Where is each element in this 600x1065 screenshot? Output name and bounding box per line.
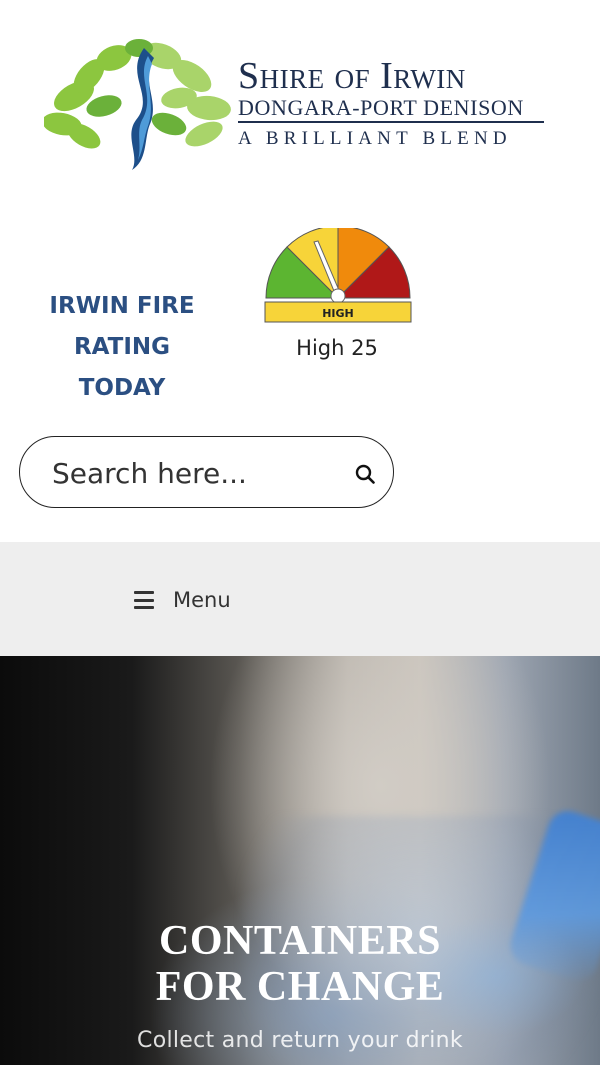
logo-tagline: A BRILLIANT BLEND <box>238 128 512 149</box>
hero-title-line: FOR CHANGE <box>155 964 445 1010</box>
site-header: Shire of Irwin DONGARA-PORT DENISON A BR… <box>0 0 600 205</box>
tree-logo-icon <box>44 39 231 170</box>
fire-label-line: IRWIN FIRE <box>49 293 195 319</box>
fire-rating-label: IRWIN FIRE RATING TODAY <box>40 286 204 409</box>
hamburger-icon <box>134 591 154 609</box>
search-box <box>19 436 394 508</box>
fire-label-line: TODAY <box>78 375 166 401</box>
hero-title-line: CONTAINERS <box>159 918 441 964</box>
search-input[interactable] <box>52 453 342 493</box>
gauge-text: HIGH <box>322 307 354 320</box>
fire-label-line: RATING <box>73 334 171 360</box>
fire-danger-gauge-icon: HIGH <box>264 228 412 323</box>
menu-label: Menu <box>173 588 231 612</box>
logo-wordmark: Shire of Irwin DONGARA-PORT DENISON A BR… <box>238 56 548 153</box>
search-icon[interactable] <box>355 464 375 484</box>
logo-subtitle: DONGARA-PORT DENISON <box>238 96 544 123</box>
fire-rating-value: High 25 <box>296 336 378 360</box>
logo-title: Shire of Irwin <box>238 55 466 97</box>
nav-bar: Menu <box>0 542 600 656</box>
menu-button[interactable]: Menu <box>134 586 231 614</box>
hero-subtitle: Collect and return your drink <box>137 1028 463 1053</box>
hero-banner[interactable]: CONTAINERS FOR CHANGE Collect and return… <box>0 656 600 1065</box>
hero-title: CONTAINERS FOR CHANGE <box>0 918 600 1010</box>
